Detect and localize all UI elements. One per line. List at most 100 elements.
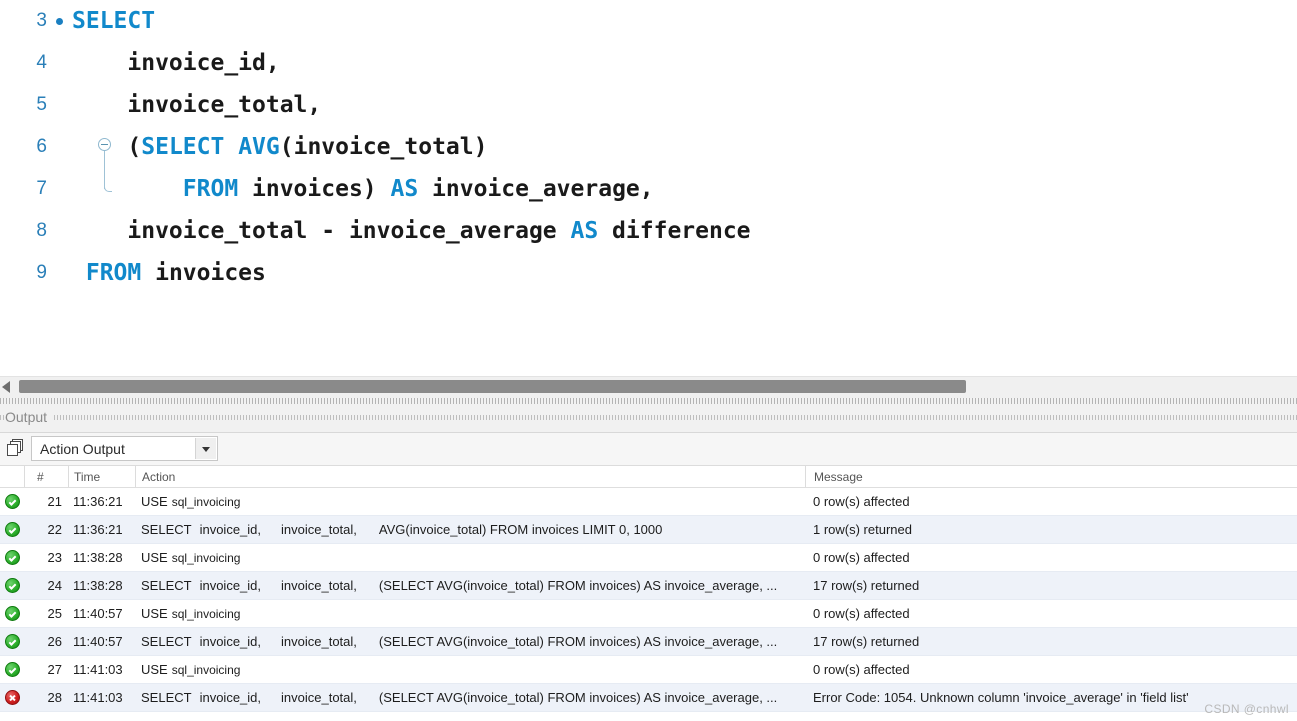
- sql-text: invoice_id,: [72, 50, 280, 76]
- title-dotted-rule: [0, 415, 1297, 420]
- line-number: 4: [36, 52, 47, 73]
- line-number: 6: [36, 136, 47, 157]
- column-header-status: [0, 466, 24, 487]
- fold-stem: [104, 151, 105, 189]
- code-line[interactable]: 3 SELECT: [0, 0, 1297, 42]
- table-row[interactable]: 21 11:36:21 USE sql_invoicing 0 row(s) affec…: [0, 488, 1297, 516]
- row-time-cell: 11:38:28: [73, 578, 123, 593]
- action-database-name: sql_invoicing: [171, 550, 241, 565]
- action-database-name: sql_invoicing: [171, 662, 241, 677]
- row-time-cell: 11:40:57: [73, 606, 123, 621]
- code-line-text: invoice_total - invoice_average AS diffe…: [72, 210, 750, 252]
- copy-icon[interactable]: [7, 439, 26, 458]
- sql-text: invoice_average,: [418, 176, 654, 202]
- success-check-icon: [4, 578, 20, 593]
- code-line[interactable]: 9 FROM invoices: [0, 252, 1297, 294]
- column-header-message[interactable]: Message: [805, 466, 1297, 487]
- action-output-table: # Time Action Message 21 11:36:21 USE sql_i…: [0, 466, 1297, 712]
- code-line[interactable]: 7 FROM invoices) AS invoice_average,: [0, 168, 1297, 210]
- sql-keyword: SELECT: [72, 8, 156, 34]
- sql-keyword: AS: [570, 218, 599, 244]
- action-column-fragment: (SELECT AVG(invoice_total) FROM invoices…: [378, 578, 778, 593]
- action-database-name: sql_invoicing: [171, 494, 241, 509]
- action-column-fragment: invoice_total,: [281, 578, 357, 593]
- row-action-cell: USE sql_invoicing: [135, 656, 805, 683]
- action-database-name: sql_invoicing: [171, 606, 241, 621]
- success-check-icon: [4, 494, 20, 509]
- fold-collapse-circle[interactable]: [98, 138, 111, 151]
- row-number-cell: 26: [47, 634, 62, 649]
- output-title-bar: Output: [0, 404, 1297, 433]
- watermark-text: CSDN @cnhwl: [1204, 702, 1289, 716]
- collapse-fold-marker-icon[interactable]: [96, 136, 118, 198]
- column-header-time[interactable]: Time: [68, 466, 135, 487]
- row-time-cell: 11:41:03: [73, 690, 123, 705]
- row-status-cell: [0, 516, 24, 543]
- row-action-cell: USE sql_invoicing: [135, 488, 805, 515]
- table-row[interactable]: 27 11:41:03 USE sql_invoicing 0 row(s) affec…: [0, 656, 1297, 684]
- success-check-icon: [4, 662, 20, 677]
- row-action-cell: USE sql_invoicing: [135, 544, 805, 571]
- output-type-select[interactable]: Action Output: [31, 436, 218, 461]
- chevron-down-icon[interactable]: [195, 438, 216, 459]
- sql-code-editor[interactable]: 3 SELECT 4 invoice_id, 5 invoice_total, 6 (S…: [0, 0, 1297, 376]
- row-action-cell: SELECT invoice_id, invoice_total, (SELECT A…: [135, 572, 805, 599]
- row-time-cell: 11:41:03: [73, 662, 123, 677]
- horizontal-scrollbar[interactable]: [0, 376, 1297, 399]
- table-row[interactable]: 28 11:41:03 SELECT invoice_id, invoice_total…: [0, 684, 1297, 712]
- row-status-cell: [0, 544, 24, 571]
- scrollbar-thumb[interactable]: [19, 380, 967, 393]
- row-action-cell: USE sql_invoicing: [135, 600, 805, 627]
- line-number: 8: [36, 220, 47, 241]
- row-status-cell: [0, 684, 24, 711]
- code-line[interactable]: 4 invoice_id,: [0, 42, 1297, 84]
- sql-keyword: AVG: [238, 134, 280, 160]
- row-time-cell: 11:36:21: [73, 494, 123, 509]
- scroll-left-arrow-icon[interactable]: [2, 381, 10, 393]
- action-column-fragment: invoice_total,: [281, 522, 357, 537]
- statement-marker-icon: [56, 18, 63, 25]
- table-body: 21 11:36:21 USE sql_invoicing 0 row(s) affec…: [0, 488, 1297, 712]
- line-number: 3: [36, 10, 47, 31]
- row-number-cell: 28: [47, 690, 62, 705]
- table-row[interactable]: 25 11:40:57 USE sql_invoicing 0 row(s) affec…: [0, 600, 1297, 628]
- action-column-fragment: AVG(invoice_total) FROM invoices LIMIT 0…: [378, 522, 663, 537]
- row-number-cell: 25: [47, 606, 62, 621]
- success-check-icon: [4, 606, 20, 621]
- table-row[interactable]: 23 11:38:28 USE sql_invoicing 0 row(s) affec…: [0, 544, 1297, 572]
- action-keyword: USE: [141, 662, 168, 677]
- code-line-text: SELECT: [72, 0, 155, 42]
- action-keyword: SELECT: [141, 522, 192, 537]
- row-message-cell: 0 row(s) affected: [813, 550, 910, 565]
- action-column-fragment: invoice_id,: [199, 522, 262, 537]
- row-status-cell: [0, 572, 24, 599]
- row-action-cell: SELECT invoice_id, invoice_total, (SELECT A…: [135, 628, 805, 655]
- action-column-fragment: (SELECT AVG(invoice_total) FROM invoices…: [378, 690, 778, 705]
- output-toolbar: Action Output: [0, 433, 1297, 466]
- table-row[interactable]: 26 11:40:57 SELECT invoice_id, invoice_total…: [0, 628, 1297, 656]
- sql-text: invoice_total - invoice_average: [72, 218, 571, 244]
- code-line[interactable]: 6 (SELECT AVG(invoice_total): [0, 126, 1297, 168]
- code-line-text: invoice_id,: [72, 42, 280, 84]
- row-number-cell: 27: [47, 662, 62, 677]
- action-keyword: SELECT: [141, 578, 192, 593]
- row-status-cell: [0, 600, 24, 627]
- success-check-icon: [4, 522, 20, 537]
- row-time-cell: 11:40:57: [73, 634, 123, 649]
- column-header-number[interactable]: #: [24, 466, 68, 487]
- fold-hook: [104, 185, 112, 192]
- row-number-cell: 21: [47, 494, 62, 509]
- action-column-fragment: invoice_total,: [281, 690, 357, 705]
- code-line[interactable]: 8 invoice_total - invoice_average AS dif…: [0, 210, 1297, 252]
- row-status-cell: [0, 656, 24, 683]
- column-header-action[interactable]: Action: [135, 466, 805, 487]
- table-row[interactable]: 24 11:38:28 SELECT invoice_id, invoice_total…: [0, 572, 1297, 600]
- code-line[interactable]: 5 invoice_total,: [0, 84, 1297, 126]
- table-header-row: # Time Action Message: [0, 466, 1297, 488]
- row-message-cell: 1 row(s) returned: [813, 522, 912, 537]
- table-row[interactable]: 22 11:36:21 SELECT invoice_id, invoice_total…: [0, 516, 1297, 544]
- row-number-cell: 24: [47, 578, 62, 593]
